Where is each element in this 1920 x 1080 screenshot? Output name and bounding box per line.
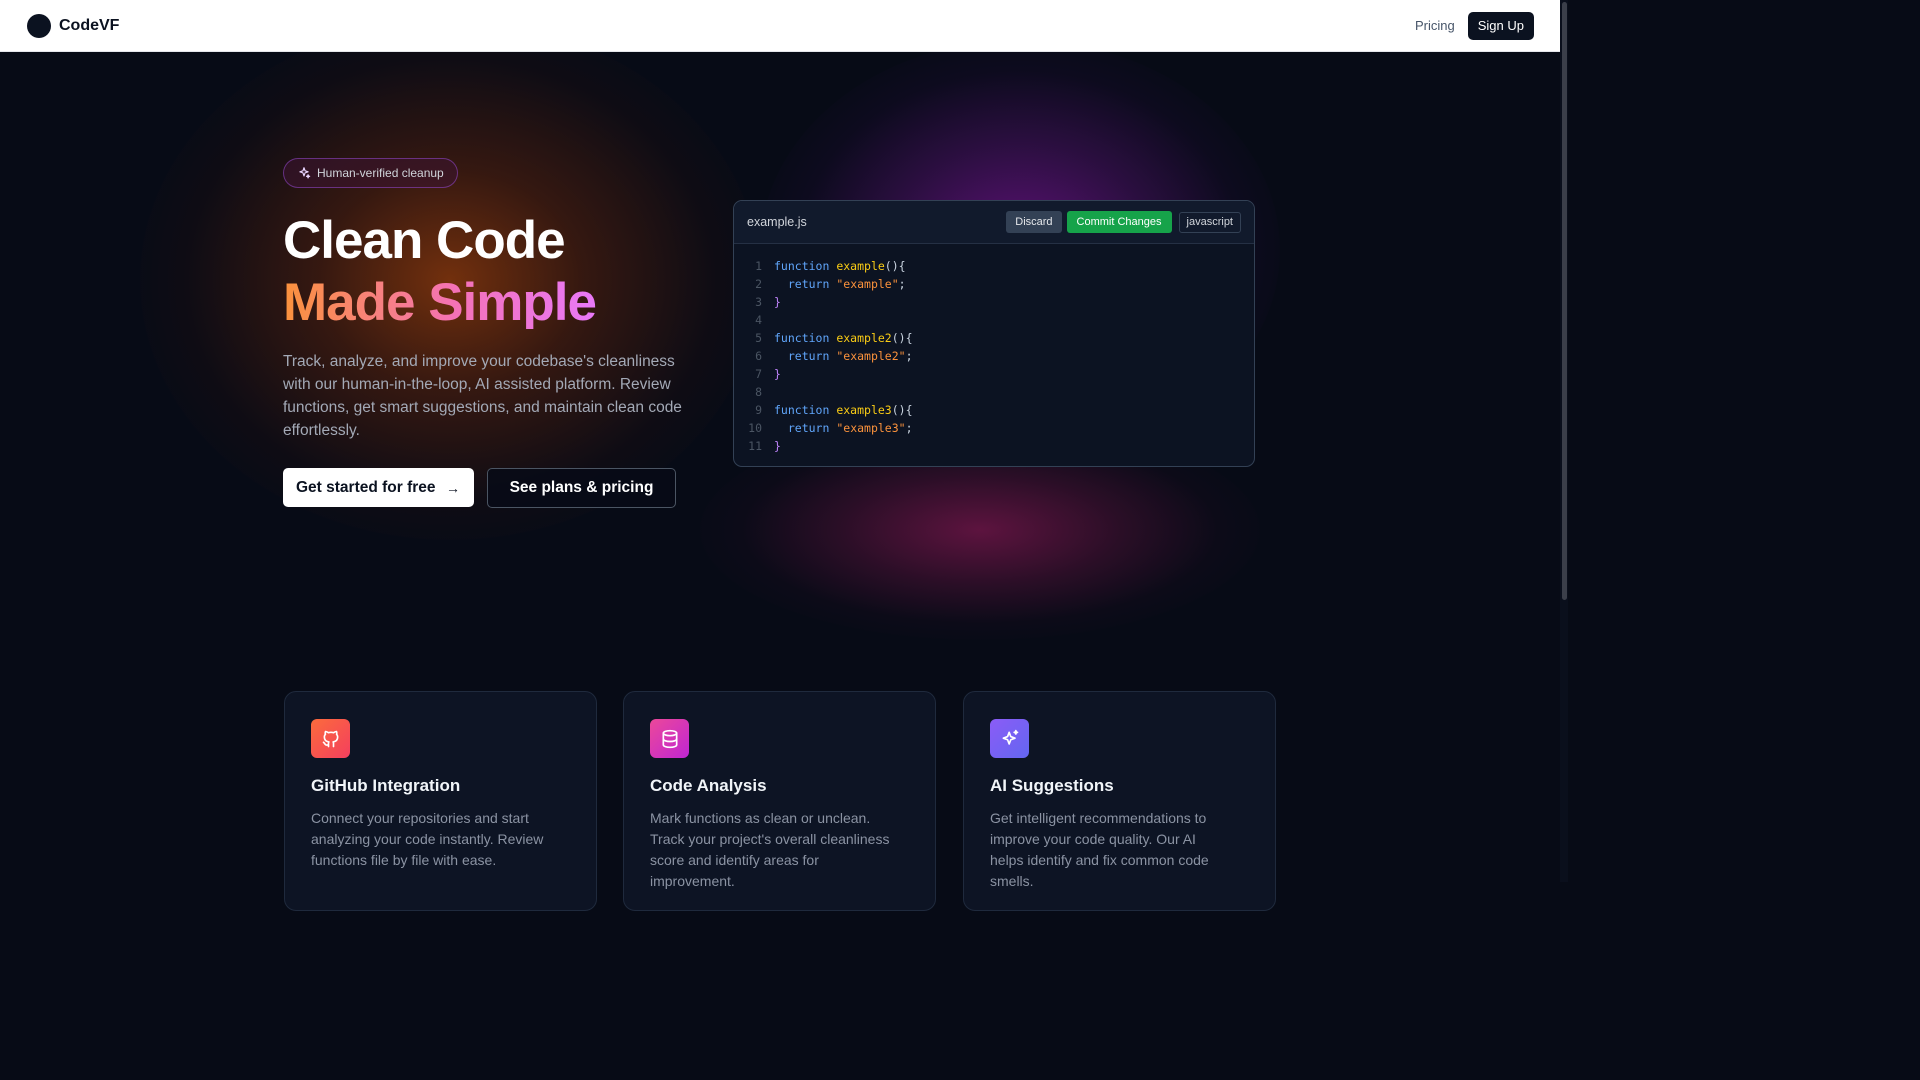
code-token: return <box>787 349 830 363</box>
code-token: return <box>787 277 830 291</box>
line-code: } <box>774 437 781 455</box>
line-number: 10 <box>748 421 762 435</box>
code-line[interactable]: 10 return "example3"; <box>734 419 1254 437</box>
line-number: 4 <box>755 313 762 327</box>
code-token: function <box>774 403 830 417</box>
code-token: function <box>774 331 830 345</box>
code-line[interactable]: 5 function example2(){ <box>734 329 1254 347</box>
line-number: 6 <box>755 349 762 363</box>
sparkles-icon <box>990 719 1029 758</box>
code-token: example3 <box>836 403 892 417</box>
feature-description: Get intelligent recommendations to impro… <box>990 810 1209 889</box>
brand-name: CodeVF <box>59 16 120 34</box>
nav-pricing-link[interactable]: Pricing <box>1415 18 1455 33</box>
language-selector[interactable]: javascript <box>1178 211 1241 233</box>
code-token: "example2" <box>836 349 906 363</box>
code-token: ; <box>905 421 913 435</box>
code-token: function <box>774 259 830 273</box>
line-code: function example2(){ <box>774 329 913 347</box>
code-token: (){ <box>884 259 906 273</box>
get-started-button[interactable]: Get started for free → <box>283 468 474 507</box>
database-icon <box>650 719 689 758</box>
code-token: ; <box>905 349 913 363</box>
code-token: } <box>774 367 781 381</box>
github-icon <box>311 719 350 758</box>
editor-filename: example.js <box>747 215 807 229</box>
code-line[interactable]: 3} <box>734 293 1254 311</box>
line-number: 1 <box>755 259 762 273</box>
scrollbar-thumb[interactable] <box>1562 2 1567 600</box>
badge-label: Human-verified cleanup <box>317 166 444 180</box>
line-code: return "example2"; <box>774 347 913 365</box>
line-number: 5 <box>755 331 762 345</box>
discard-button[interactable]: Discard <box>1006 211 1062 233</box>
hero-title-line1: Clean Code <box>283 211 566 270</box>
line-number: 8 <box>755 385 762 399</box>
commit-changes-button[interactable]: Commit Changes <box>1066 211 1172 233</box>
hero-badge: Human-verified cleanup <box>283 158 458 188</box>
top-nav: Pricing Sign Up <box>1415 11 1534 40</box>
code-line[interactable]: 6 return "example2"; <box>734 347 1254 365</box>
code-token: "example" <box>836 277 899 291</box>
feature-description: Connect your repositories and start anal… <box>311 810 544 868</box>
editor-header: example.js Discard Commit Changes javasc… <box>734 201 1254 244</box>
line-code: function example(){ <box>774 257 906 275</box>
scrollbar[interactable] <box>1560 0 1568 882</box>
feature-description: Mark functions as clean or unclean. Trac… <box>650 810 890 889</box>
see-pricing-button[interactable]: See plans & pricing <box>487 468 676 508</box>
code-line[interactable]: 4 <box>734 311 1254 329</box>
logo-mark-icon <box>27 13 51 38</box>
line-number: 2 <box>755 277 762 291</box>
code-token: ; <box>898 277 906 291</box>
code-line[interactable]: 11} <box>734 437 1254 455</box>
line-number: 3 <box>755 295 762 309</box>
code-token: "example3" <box>836 421 906 435</box>
feature-card-github: GitHub Integration Connect your reposito… <box>284 691 597 911</box>
code-token: } <box>774 295 781 309</box>
code-content[interactable]: 1 function example(){2 return "example"; 3… <box>734 244 1254 455</box>
line-code: } <box>774 293 781 311</box>
get-started-label: Get started for free <box>296 478 436 496</box>
line-code: return "example3"; <box>774 419 913 437</box>
editor-actions: Discard Commit Changes javascript <box>1006 211 1241 233</box>
line-number: 11 <box>748 439 762 453</box>
sign-up-button[interactable]: Sign Up <box>1467 11 1534 40</box>
line-number: 9 <box>755 403 762 417</box>
sparkles-icon <box>299 167 311 179</box>
feature-title: AI Suggestions <box>990 776 1114 795</box>
code-token: example <box>836 259 885 273</box>
code-line[interactable]: 9 function example3(){ <box>734 401 1254 419</box>
line-code: } <box>774 365 781 383</box>
code-line[interactable]: 7} <box>734 365 1254 383</box>
code-line[interactable]: 2 return "example"; <box>734 275 1254 293</box>
code-token: return <box>787 421 830 435</box>
feature-card-analysis: Code Analysis Mark functions as clean or… <box>623 691 936 911</box>
line-number: 7 <box>755 367 762 381</box>
code-line[interactable]: 8 <box>734 383 1254 401</box>
code-token: } <box>774 439 781 453</box>
code-token: (){ <box>891 403 913 417</box>
feature-card-ai: AI Suggestions Get intelligent recommend… <box>963 691 1276 911</box>
site-header: CodeVF Pricing Sign Up <box>0 0 1560 52</box>
brand-logo[interactable]: CodeVF <box>27 13 120 38</box>
feature-title: GitHub Integration <box>311 776 461 795</box>
line-code: return "example"; <box>774 275 906 293</box>
feature-title: Code Analysis <box>650 776 767 795</box>
hero-title-line2: Made Simple <box>283 273 597 332</box>
arrow-right-icon: → <box>446 479 460 496</box>
code-line[interactable]: 1 function example(){ <box>734 257 1254 275</box>
code-token: example2 <box>836 331 892 345</box>
line-code: function example3(){ <box>774 401 913 419</box>
code-editor-card: example.js Discard Commit Changes javasc… <box>733 200 1255 467</box>
code-token: (){ <box>891 331 913 345</box>
hero-description: Track, analyze, and improve your codebas… <box>283 353 682 439</box>
